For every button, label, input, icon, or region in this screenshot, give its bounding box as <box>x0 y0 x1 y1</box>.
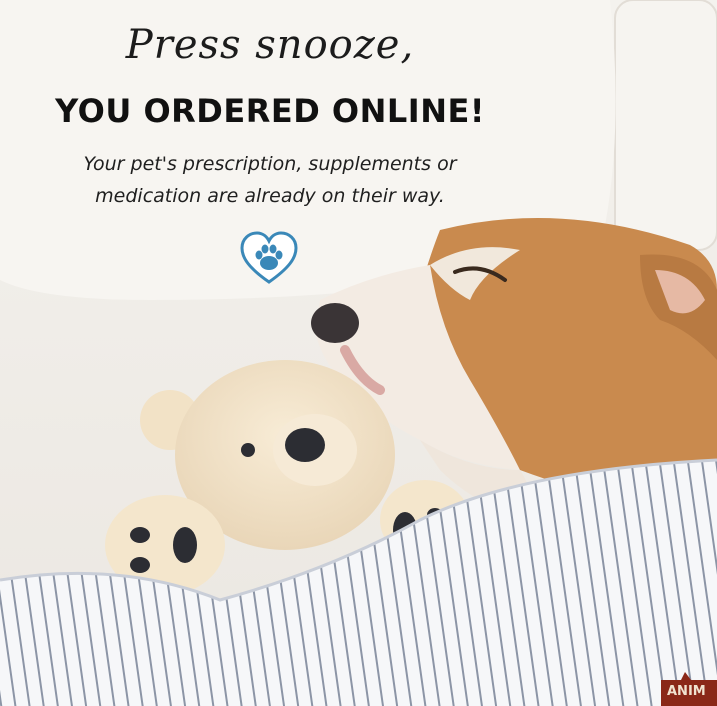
promo-card: Press snooze, YOU ORDERED ONLINE! Your p… <box>0 0 717 706</box>
subtext-line-1: Your pet's prescription, supplements or <box>83 153 457 175</box>
brand-badge: ANIM <box>661 670 717 706</box>
headline: YOU ORDERED ONLINE! <box>55 92 485 130</box>
paw-heart-icon <box>240 231 298 284</box>
script-heading: Press snooze, <box>125 22 415 68</box>
subtext: Your pet's prescription, supplements or … <box>30 148 510 212</box>
subtext-line-2: medication are already on their way. <box>95 185 445 207</box>
brand-badge-text: ANIM <box>667 684 706 699</box>
